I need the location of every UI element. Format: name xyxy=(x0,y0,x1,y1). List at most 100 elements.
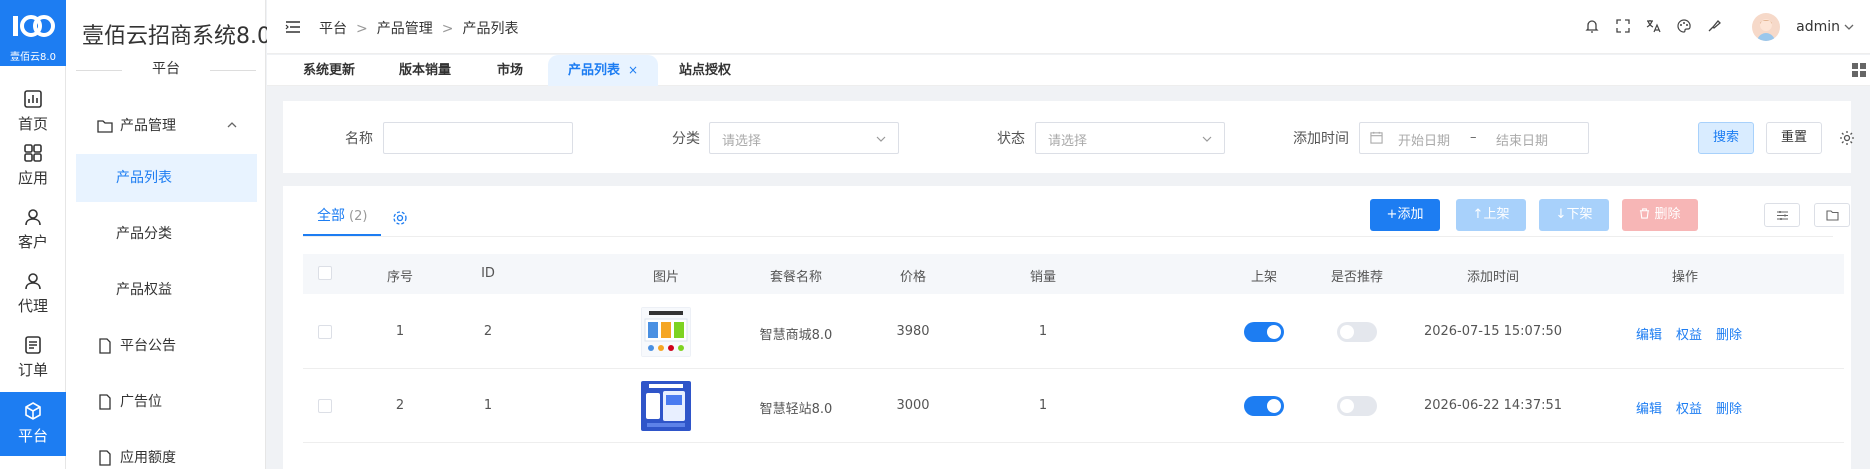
logo-caption: 壹佰云8.0 xyxy=(10,52,56,63)
delete-button[interactable]: 删除 xyxy=(1622,199,1698,231)
tab-version-sales[interactable]: 版本销量 xyxy=(379,55,471,86)
brand-logo[interactable]: 壹佰云8.0 xyxy=(0,0,66,66)
filter-label-category: 分类 xyxy=(672,131,700,147)
delete-link[interactable]: 删除 xyxy=(1716,324,1742,343)
grid-icon[interactable] xyxy=(1852,63,1866,77)
breadcrumb-item[interactable]: 产品管理 xyxy=(377,21,433,37)
secondary-sidebar: 壹佰云招商系统8.0 平台 产品管理 产品列表 产品分类 产品权益 平台公告 广… xyxy=(66,0,271,469)
bell-icon[interactable] xyxy=(1584,18,1600,34)
sidebar-group-product-management[interactable]: 产品管理 xyxy=(76,102,257,150)
tab-all-label: 全部 xyxy=(317,208,345,224)
avatar[interactable] xyxy=(1752,13,1780,41)
cell-id: 1 xyxy=(483,398,493,413)
rail-item-apps[interactable]: 应用 xyxy=(0,134,66,196)
rights-link[interactable]: 权益 xyxy=(1676,398,1702,417)
end-date-placeholder[interactable]: 结束日期 xyxy=(1496,130,1548,149)
sliders-icon xyxy=(1777,211,1788,220)
start-date-placeholder[interactable]: 开始日期 xyxy=(1398,130,1450,149)
grid-icon xyxy=(24,144,42,162)
fullscreen-icon[interactable] xyxy=(1615,18,1631,34)
sidebar-item-ad-slots[interactable]: 广告位 xyxy=(76,378,257,426)
breadcrumb-separator: > xyxy=(441,21,454,37)
column-header: 套餐名称 xyxy=(769,270,822,285)
toggle-knob xyxy=(1340,399,1354,413)
list-on-button[interactable]: ↑上架 xyxy=(1456,199,1526,231)
chevron-up-icon xyxy=(227,122,237,128)
rail-item-orders[interactable]: 订单 xyxy=(0,326,66,388)
sidebar-item-announcements[interactable]: 平台公告 xyxy=(76,322,257,370)
filter-label-name: 名称 xyxy=(345,131,373,147)
row-checkbox[interactable] xyxy=(318,325,332,339)
delete-link[interactable]: 删除 xyxy=(1716,398,1742,417)
cell-index: 1 xyxy=(395,324,405,339)
gear-icon[interactable] xyxy=(1839,130,1855,146)
listed-toggle[interactable] xyxy=(1244,396,1284,416)
rail-item-platform[interactable]: 平台 xyxy=(0,392,66,456)
row-checkbox[interactable] xyxy=(318,399,332,413)
edit-link[interactable]: 编辑 xyxy=(1636,398,1662,417)
rail-label: 应用 xyxy=(17,169,48,187)
breadcrumb-separator: > xyxy=(356,21,368,37)
rail-label: 首页 xyxy=(17,115,48,133)
tab-site-license[interactable]: 站点授权 xyxy=(659,55,751,86)
folder-button[interactable] xyxy=(1814,203,1850,227)
tab-all-count: (2) xyxy=(349,209,368,224)
category-select[interactable]: 请选择 xyxy=(709,122,899,154)
tab-all[interactable]: 全部 (2) xyxy=(303,198,382,236)
name-input[interactable] xyxy=(383,122,573,154)
product-image[interactable] xyxy=(641,381,691,431)
brush-icon[interactable] xyxy=(1706,18,1722,34)
sidebar-item-app-quota[interactable]: 应用额度 xyxy=(76,434,257,469)
rail-item-customers[interactable]: 客户 xyxy=(0,198,66,260)
cell-added-time: 2026-06-22 14:37:51 xyxy=(1423,398,1563,413)
toggle-knob xyxy=(1267,399,1281,413)
sidebar-item-label: 产品列表 xyxy=(116,170,172,186)
search-button[interactable]: 搜索 xyxy=(1698,122,1754,154)
product-image[interactable] xyxy=(641,307,691,357)
menu-toggle-icon[interactable] xyxy=(285,20,301,34)
username[interactable]: admin xyxy=(1796,19,1840,35)
list-off-button[interactable]: ↓下架 xyxy=(1539,199,1609,231)
sidebar-item-product-list[interactable]: 产品列表 xyxy=(76,154,257,202)
translate-icon[interactable] xyxy=(1645,18,1661,34)
chevron-down-icon[interactable] xyxy=(1844,22,1854,32)
delete-label: 删除 xyxy=(1654,207,1681,222)
filter-panel: 名称 分类 请选择 状态 请选择 添加时间 开始日期 – 结束日期 搜索 重置 xyxy=(283,101,1854,173)
breadcrumb-item[interactable]: 平台 xyxy=(319,21,347,37)
tab-system-update[interactable]: 系统更新 xyxy=(283,55,375,86)
palette-icon[interactable] xyxy=(1676,18,1692,34)
column-header: 销量 xyxy=(1029,270,1056,285)
gear-icon[interactable] xyxy=(392,210,408,226)
logo-mark-icon xyxy=(13,15,55,37)
tab-product-list[interactable]: 产品列表 × xyxy=(548,55,659,86)
select-all-checkbox[interactable] xyxy=(318,266,332,280)
reset-button[interactable]: 重置 xyxy=(1766,122,1822,154)
filter-label-status: 状态 xyxy=(997,131,1025,147)
recommended-toggle[interactable] xyxy=(1337,396,1377,416)
status-select[interactable]: 请选择 xyxy=(1035,122,1225,154)
list-icon xyxy=(25,336,41,354)
box-icon xyxy=(25,402,41,420)
sidebar-item-product-category[interactable]: 产品分类 xyxy=(76,210,257,258)
trash-icon xyxy=(1640,208,1650,219)
rights-link[interactable]: 权益 xyxy=(1676,324,1702,343)
column-header: 操作 xyxy=(1671,270,1698,285)
rail-label: 平台 xyxy=(17,427,48,445)
page-tabs: 系统更新 版本销量 市场 产品列表 × 站点授权 xyxy=(267,55,1870,86)
column-settings-button[interactable] xyxy=(1764,203,1800,227)
icon-rail: 壹佰云8.0 首页 应用 客户 代理 订单 平台 xyxy=(0,0,66,469)
column-header: 序号 xyxy=(386,270,413,285)
sidebar-item-product-rights[interactable]: 产品权益 xyxy=(76,266,257,314)
rail-item-agents[interactable]: 代理 xyxy=(0,262,66,324)
sidebar-item-label: 产品权益 xyxy=(116,282,172,298)
close-icon[interactable]: × xyxy=(628,63,638,77)
rail-item-home[interactable]: 首页 xyxy=(0,80,66,142)
recommended-toggle[interactable] xyxy=(1337,322,1377,342)
cell-price: 3000 xyxy=(896,398,930,413)
edit-link[interactable]: 编辑 xyxy=(1636,324,1662,343)
listed-toggle[interactable] xyxy=(1244,322,1284,342)
date-range-picker[interactable]: 开始日期 – 结束日期 xyxy=(1359,122,1589,154)
tab-market[interactable]: 市场 xyxy=(477,55,543,86)
folder-icon xyxy=(1826,210,1839,221)
add-button[interactable]: +添加 xyxy=(1370,199,1440,231)
